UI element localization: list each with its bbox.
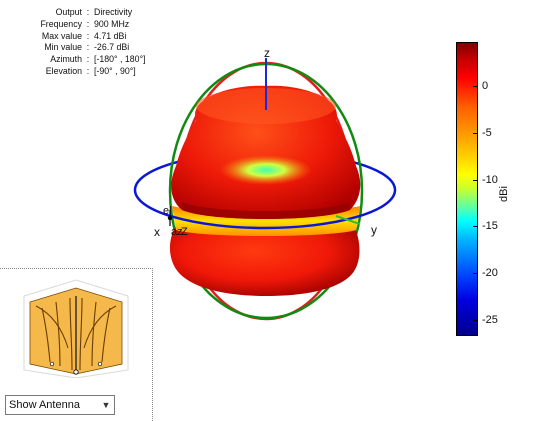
show-antenna-dropdown[interactable]: Show Antenna ▼ — [5, 395, 115, 415]
elevation-label: el — [163, 205, 172, 217]
feed-point — [73, 369, 79, 375]
feed-point — [97, 361, 103, 367]
z-axis-label: z — [264, 46, 270, 60]
colorbar-tick — [473, 86, 477, 87]
colorbar-tick — [473, 133, 477, 134]
colorbar-tick — [473, 226, 477, 227]
dropdown-selected-value: Show Antenna — [9, 399, 80, 411]
pattern-null-region — [220, 155, 312, 185]
colorbar-tick-label: -10 — [482, 174, 498, 186]
colorbar-tick-label: 0 — [482, 80, 489, 92]
z-marker-label: Z — [181, 226, 188, 238]
chevron-down-icon[interactable]: ▼ — [98, 396, 114, 414]
colorbar-tick-label: -25 — [482, 314, 498, 326]
colorbar-tick-label: -15 — [482, 220, 498, 232]
colorbar-tick — [473, 320, 477, 321]
antenna-geometry-icon[interactable] — [22, 278, 130, 378]
x-axis-label: x — [154, 225, 160, 239]
colorbar-unit-label: dBi — [497, 186, 510, 202]
feed-point — [49, 361, 55, 367]
colorbar-tick — [473, 273, 477, 274]
colorbar-tick-label: -20 — [482, 267, 498, 279]
colorbar-tick-label: -5 — [482, 127, 492, 139]
colorbar-tick — [473, 180, 477, 181]
y-axis-label: y — [371, 223, 377, 237]
